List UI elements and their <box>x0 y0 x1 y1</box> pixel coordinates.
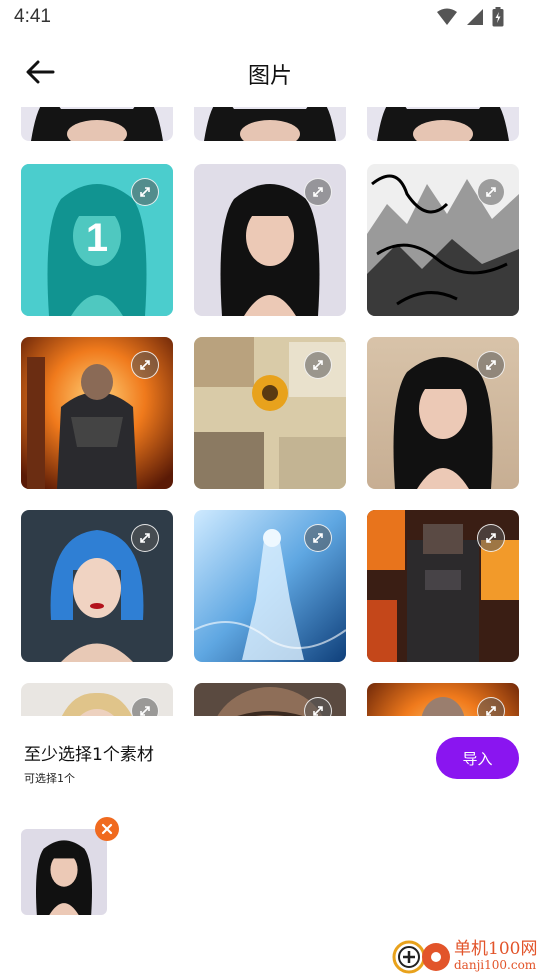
expand-icon <box>140 360 150 370</box>
image-tile[interactable] <box>194 510 346 662</box>
image-tile[interactable] <box>194 107 346 141</box>
close-icon <box>101 823 113 835</box>
site-logo-icon <box>392 940 450 974</box>
expand-icon <box>313 533 323 543</box>
watermark-title: 单机100网 <box>454 939 538 959</box>
watermark-url: danji100.com <box>454 958 537 972</box>
image-tile[interactable] <box>367 510 519 662</box>
expand-icon <box>486 360 496 370</box>
expand-icon <box>313 360 323 370</box>
battery-icon <box>492 7 504 27</box>
expand-button[interactable] <box>304 524 332 552</box>
status-icons <box>436 7 504 27</box>
expand-button[interactable] <box>131 351 159 379</box>
expand-button[interactable] <box>477 351 505 379</box>
image-tile-selected[interactable]: 1 <box>21 164 173 316</box>
cell-signal-icon <box>467 9 483 25</box>
selection-panel: 至少选择1个素材 可选择1个 导入 单机100网 danji100.com <box>0 716 540 974</box>
expand-icon <box>486 187 496 197</box>
portrait-image <box>21 829 107 915</box>
portrait-image <box>21 107 173 141</box>
expand-icon <box>486 706 496 716</box>
status-time: 4:41 <box>14 6 51 27</box>
expand-icon <box>313 706 323 716</box>
status-bar: 4:41 <box>0 0 540 38</box>
expand-button[interactable] <box>304 351 332 379</box>
image-grid: 1 <box>0 107 540 716</box>
import-button[interactable]: 导入 <box>436 737 519 779</box>
expand-button[interactable] <box>304 178 332 206</box>
selection-number: 1 <box>85 216 109 260</box>
image-tile[interactable] <box>367 107 519 141</box>
selection-hint-title: 至少选择1个素材 <box>24 745 154 765</box>
selection-hint-subtitle: 可选择1个 <box>24 772 75 785</box>
image-tile[interactable] <box>21 510 173 662</box>
app-bar: 图片 <box>0 44 540 100</box>
selected-thumbnail[interactable] <box>21 829 107 915</box>
expand-button[interactable] <box>131 524 159 552</box>
watermark: 单机100网 danji100.com <box>392 934 540 976</box>
image-tile[interactable] <box>194 337 346 489</box>
expand-icon <box>313 187 323 197</box>
image-tile[interactable] <box>21 683 173 716</box>
image-tile[interactable] <box>21 107 173 141</box>
expand-button[interactable] <box>477 524 505 552</box>
expand-icon <box>486 533 496 543</box>
image-tile[interactable] <box>21 337 173 489</box>
expand-icon <box>140 187 150 197</box>
portrait-image <box>367 107 519 141</box>
remove-selection-button[interactable] <box>95 817 119 841</box>
wifi-icon <box>437 8 457 25</box>
expand-button[interactable] <box>131 178 159 206</box>
expand-icon <box>140 533 150 543</box>
image-tile[interactable] <box>194 683 346 716</box>
expand-button[interactable] <box>477 178 505 206</box>
image-tile[interactable] <box>194 164 346 316</box>
image-tile[interactable] <box>367 337 519 489</box>
expand-icon <box>140 706 150 716</box>
image-tile[interactable] <box>367 164 519 316</box>
image-tile[interactable] <box>367 683 519 716</box>
page-title: 图片 <box>247 64 292 89</box>
portrait-image <box>194 107 346 141</box>
